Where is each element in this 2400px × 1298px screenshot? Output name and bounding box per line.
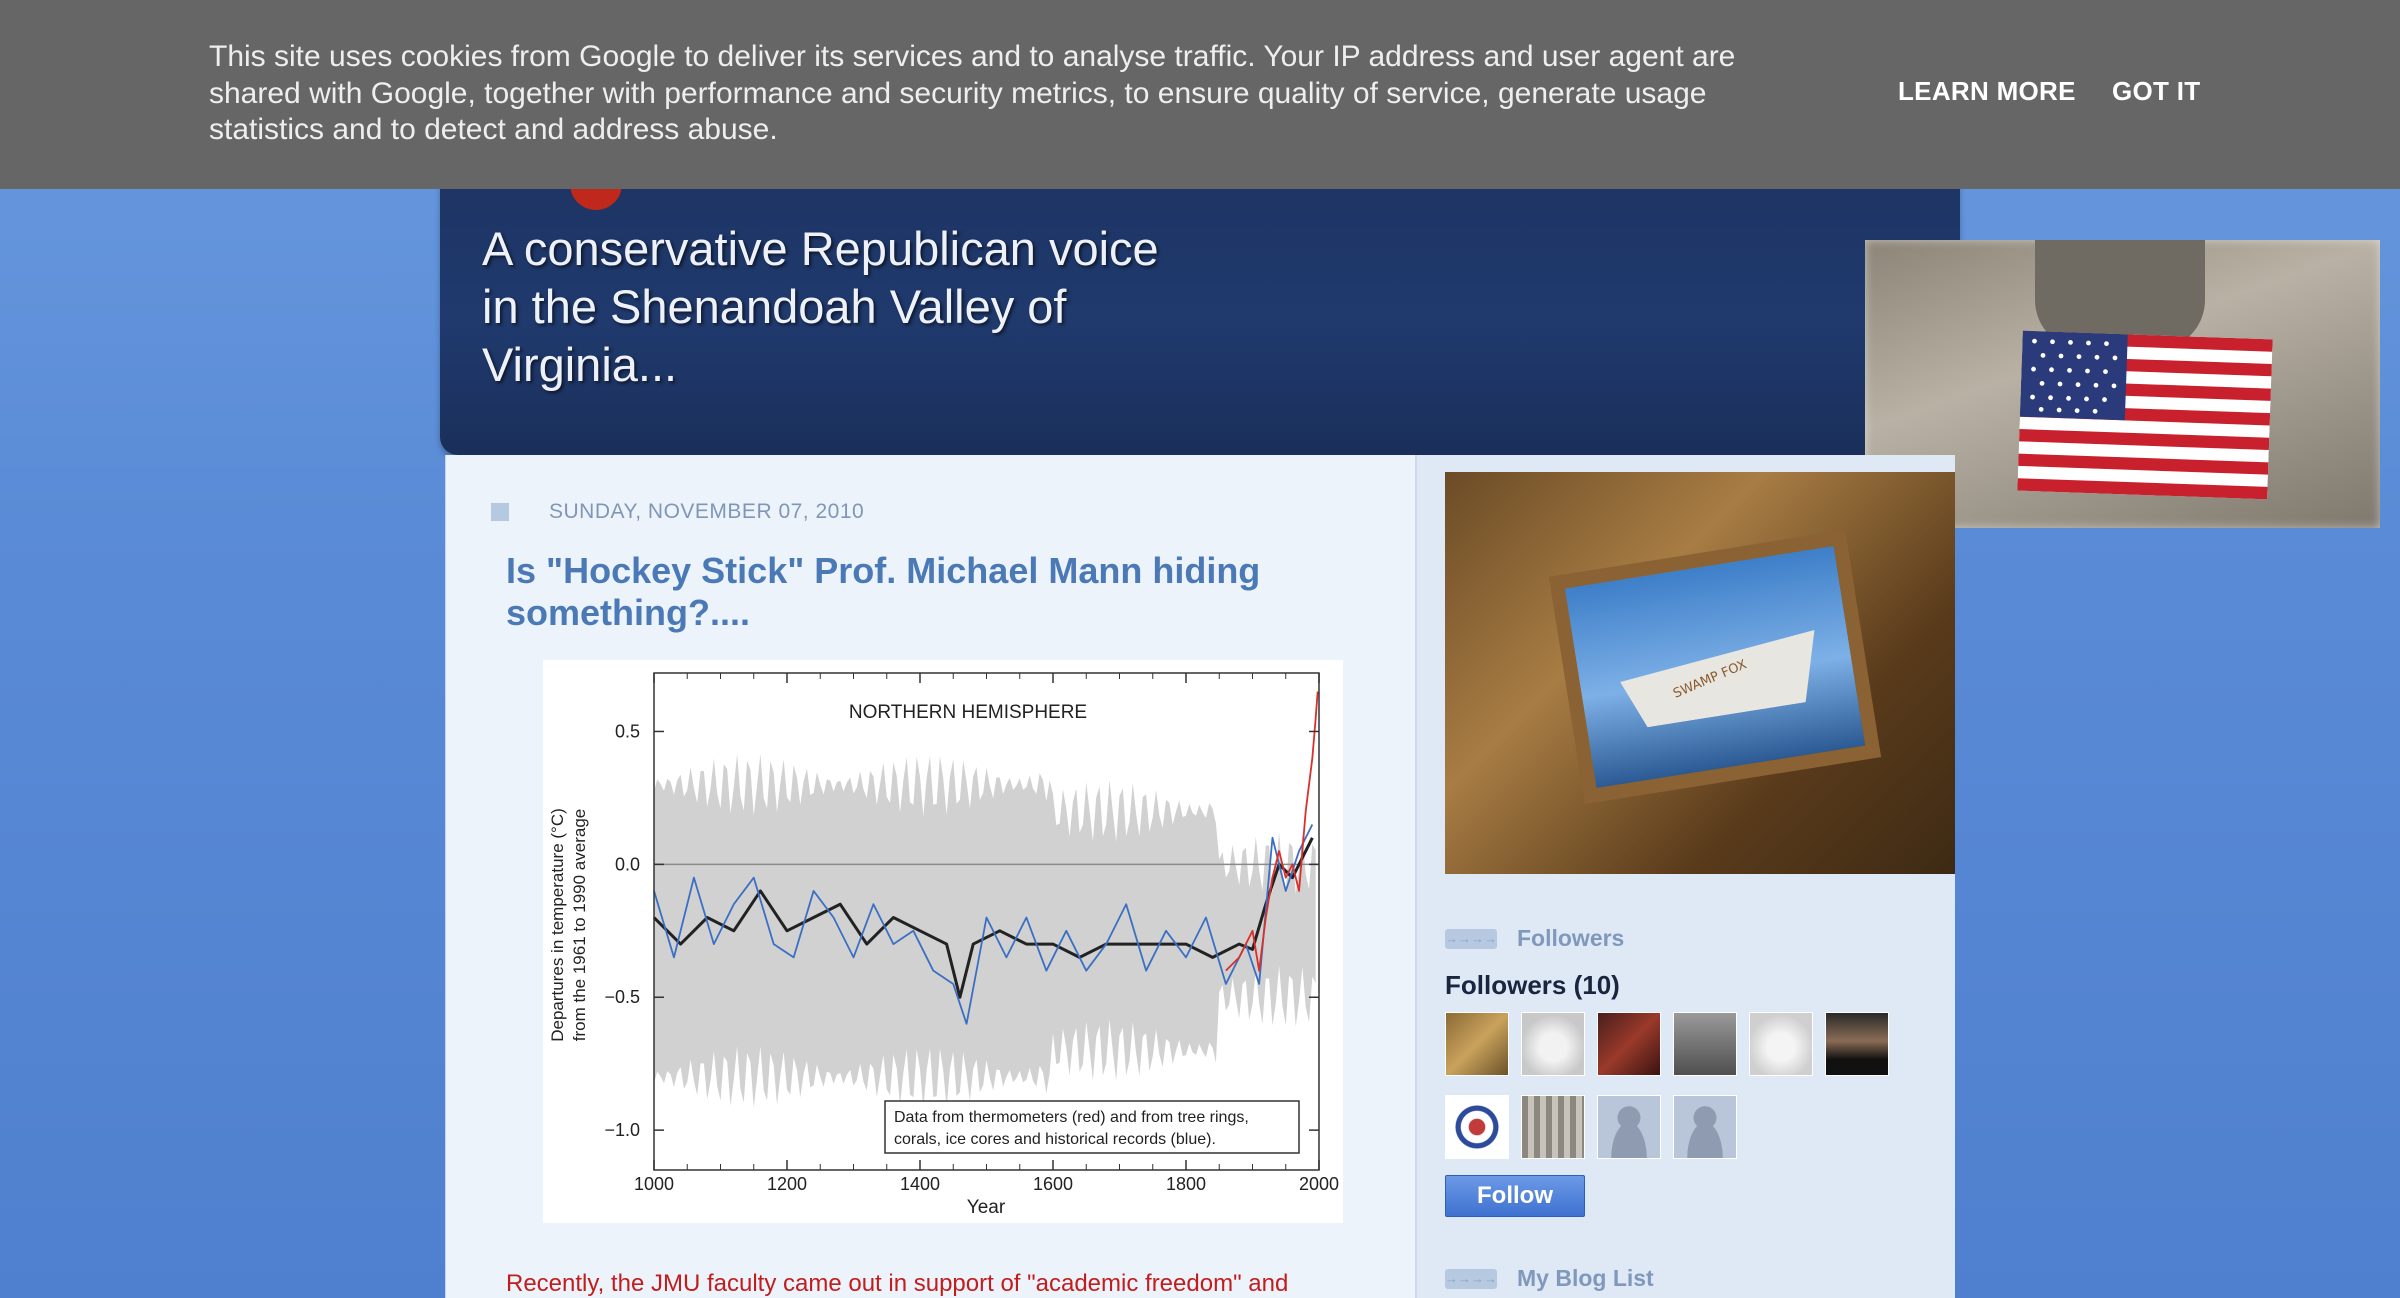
follow-button[interactable]: Follow xyxy=(1445,1175,1585,1217)
blog-tagline: A conservative Republican voice in the S… xyxy=(482,222,1159,391)
y-axis-label-line-2: from the 1961 to 1990 average xyxy=(570,809,589,1042)
post-title-link[interactable]: Is "Hockey Stick" Prof. Michael Mann hid… xyxy=(506,550,1326,634)
follower-avatar-4[interactable] xyxy=(1673,1012,1737,1076)
blog-list-widget-header: →→→→ My Blog List xyxy=(1445,1265,1654,1292)
chart-title: NORTHERN HEMISPHERE xyxy=(849,702,1087,723)
followers-widget-title: Followers xyxy=(1517,925,1625,951)
x-tick-label: 1200 xyxy=(767,1174,807,1194)
cookie-message: This site uses cookies from Google to de… xyxy=(209,40,1736,146)
follower-avatar-1[interactable] xyxy=(1445,1012,1509,1076)
date-bullet-icon xyxy=(491,503,509,521)
follower-avatar-10[interactable] xyxy=(1673,1095,1737,1159)
chart-svg: 1000 1200 1400 1600 1800 2000 0.5 0.0 −0.5 −1.0 NO… xyxy=(548,672,1339,1218)
arrows-icon: →→→→ xyxy=(1445,1268,1497,1289)
learn-more-link[interactable]: LEARN MORE xyxy=(1898,76,2076,107)
x-tick-label: 1000 xyxy=(634,1174,674,1194)
sidebar: SWAMP FOX →→→→ Followers Followers (10) … xyxy=(1415,455,1955,1298)
follower-avatar-9[interactable] xyxy=(1597,1095,1661,1159)
boat-painting: SWAMP FOX xyxy=(1548,529,1882,805)
post-body-text: Recently, the JMU faculty came out in su… xyxy=(506,1270,1289,1297)
cookie-consent-banner: This site uses cookies from Google to de… xyxy=(0,0,2400,189)
annotation-line-2: corals, ice cores and historical records… xyxy=(894,1131,1216,1148)
y-tick-label: 0.5 xyxy=(615,721,640,741)
y-tick-label: −1.0 xyxy=(604,1120,640,1140)
x-axis-label: Year xyxy=(967,1197,1006,1218)
y-tick-label: −0.5 xyxy=(604,987,640,1007)
x-tick-label: 1800 xyxy=(1166,1174,1206,1194)
x-tick-label: 1400 xyxy=(900,1174,940,1194)
post-date: SUNDAY, NOVEMBER 07, 2010 xyxy=(549,500,865,523)
x-tick-label: 2000 xyxy=(1299,1174,1339,1194)
follower-avatar-8[interactable] xyxy=(1521,1095,1585,1159)
swamp-fox-boat-photo[interactable]: SWAMP FOX xyxy=(1445,472,1955,874)
y-tick-label: 0.0 xyxy=(615,854,640,874)
follower-avatar-2[interactable] xyxy=(1521,1012,1585,1076)
got-it-button[interactable]: GOT IT xyxy=(2112,76,2200,107)
uncertainty-band xyxy=(654,753,1316,1109)
follower-avatar-3[interactable] xyxy=(1597,1012,1661,1076)
arrows-icon: →→→→ xyxy=(1445,928,1497,949)
follower-avatar-7[interactable] xyxy=(1445,1095,1509,1159)
main-content: SUNDAY, NOVEMBER 07, 2010 Is "Hockey Sti… xyxy=(445,455,1415,1298)
post-date-row: SUNDAY, NOVEMBER 07, 2010 xyxy=(491,500,864,524)
followers-widget-header: →→→→ Followers xyxy=(1445,925,1624,952)
blog-list-title: My Blog List xyxy=(1517,1265,1654,1291)
hockey-stick-chart[interactable]: 1000 1200 1400 1600 1800 2000 0.5 0.0 −0.5 −1.0 NO… xyxy=(543,660,1343,1223)
y-axis-label-line-1: Departures in temperature (°C) xyxy=(548,808,567,1042)
annotation-line-1: Data from thermometers (red) and from tr… xyxy=(894,1109,1249,1126)
followers-count: Followers (10) xyxy=(1445,970,1620,1000)
us-flag-image xyxy=(2017,330,2273,500)
follower-avatar-6[interactable] xyxy=(1825,1012,1889,1076)
x-tick-label: 1600 xyxy=(1033,1174,1073,1194)
follower-avatar-5[interactable] xyxy=(1749,1012,1813,1076)
